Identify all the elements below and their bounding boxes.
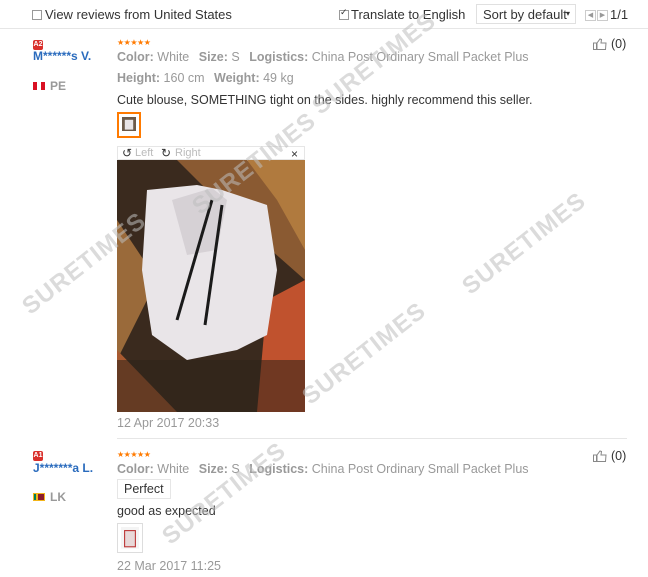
rotate-right-label[interactable]: Right xyxy=(175,147,201,159)
translate-checkbox[interactable] xyxy=(339,7,349,20)
body-measurements: Height: 160 cm Weight: 49 kg xyxy=(117,71,294,85)
rotate-right-icon[interactable]: ↻ xyxy=(161,146,171,160)
review-tag: Perfect xyxy=(117,479,171,499)
review-text: Cute blouse, SOMETHING tight on the side… xyxy=(117,93,533,107)
star-rating: ★★★★★ xyxy=(117,450,151,459)
photo-thumbnail-image xyxy=(122,117,136,131)
rotate-left-label[interactable]: Left xyxy=(135,147,153,159)
watermark-text: SURETIMES xyxy=(297,297,432,411)
photo-viewer-toolbar: ↺ Left ↻ Right × xyxy=(117,146,305,161)
review-photo xyxy=(117,160,305,412)
level-badge: A1 xyxy=(33,451,43,461)
sort-dropdown[interactable]: Sort by default ▾ xyxy=(476,4,576,24)
product-attributes: Color: White Size: S Logistics: China Po… xyxy=(117,50,529,64)
close-icon[interactable]: × xyxy=(291,147,298,161)
thumbs-up-icon xyxy=(593,38,607,50)
view-from-checkbox[interactable] xyxy=(32,10,42,20)
reviewer-name[interactable]: M******s V. xyxy=(33,50,108,62)
flag-peru-icon xyxy=(33,82,45,90)
reviewer-name[interactable]: J*******a L. xyxy=(33,462,108,474)
country-code: PE xyxy=(50,79,67,93)
review-toolbar: View reviews from United States Translat… xyxy=(0,0,648,29)
prev-page-button[interactable]: ◀ xyxy=(585,10,596,21)
product-attributes: Color: White Size: S Logistics: China Po… xyxy=(117,462,529,476)
flag-sri-lanka-icon xyxy=(33,493,45,501)
next-page-button[interactable]: ▶ xyxy=(597,10,608,21)
chevron-down-icon: ▾ xyxy=(565,9,570,18)
translate-label[interactable]: Translate to English xyxy=(351,7,465,22)
helpful-count: (0) xyxy=(611,37,627,51)
review-photo-thumbnail[interactable] xyxy=(117,523,143,553)
review-date: 12 Apr 2017 20:33 xyxy=(117,416,220,430)
thumbs-up-icon xyxy=(593,450,607,462)
helpful-count: (0) xyxy=(611,449,627,463)
helpful-button[interactable]: (0) xyxy=(593,449,626,463)
review-photo-thumbnail[interactable] xyxy=(117,112,141,138)
review-divider xyxy=(117,438,627,439)
view-from-label[interactable]: View reviews from United States xyxy=(45,7,232,22)
page-indicator: 1/1 xyxy=(610,7,629,22)
review-text: good as expected xyxy=(117,504,216,518)
star-rating: ★★★★★ xyxy=(117,38,151,47)
watermark-text: SURETIMES xyxy=(157,437,292,551)
review-date: 22 Mar 2017 11:25 xyxy=(117,559,222,573)
sort-dropdown-label: Sort by default xyxy=(483,7,567,22)
helpful-button[interactable]: (0) xyxy=(593,37,626,51)
country-code: LK xyxy=(50,490,66,504)
rotate-left-icon[interactable]: ↺ xyxy=(122,146,132,160)
watermark-text: SURETIMES xyxy=(457,187,592,301)
photo-thumbnail-image xyxy=(121,527,139,549)
